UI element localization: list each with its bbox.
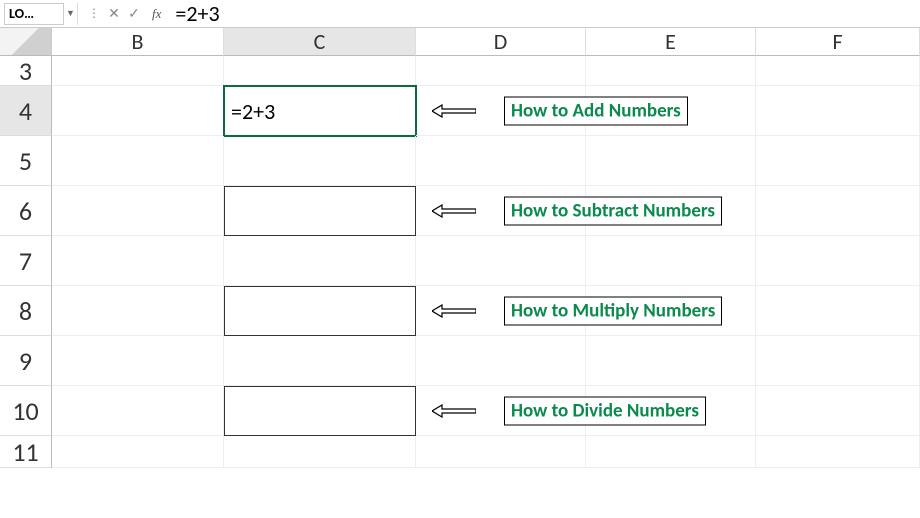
arrow-left-icon — [432, 104, 476, 118]
cell-e11[interactable] — [586, 436, 756, 468]
cell-c10[interactable] — [224, 386, 416, 436]
cell-b6[interactable] — [52, 186, 224, 236]
select-all-corner[interactable] — [0, 28, 52, 56]
cell-b3[interactable] — [52, 56, 224, 86]
cell-b5[interactable] — [52, 136, 224, 186]
cell-b8[interactable] — [52, 286, 224, 336]
cell-b10[interactable] — [52, 386, 224, 436]
cell-e5[interactable] — [586, 136, 756, 186]
row-header-4[interactable]: 4 — [0, 86, 52, 136]
cell-e9[interactable] — [586, 336, 756, 386]
cell-c7[interactable] — [224, 236, 416, 286]
arrow-left-icon — [432, 304, 476, 318]
column-headers: B C D E F — [0, 28, 920, 56]
spreadsheet-grid: B C D E F 3 4 5 6 7 8 9 10 11 =2+3 — [0, 28, 920, 518]
cell-b4[interactable] — [52, 86, 224, 136]
row-header-3[interactable]: 3 — [0, 56, 52, 86]
col-header-f[interactable]: F — [756, 28, 920, 56]
cell-e10[interactable] — [586, 386, 756, 436]
cell-c3[interactable] — [224, 56, 416, 86]
cell-e3[interactable] — [586, 56, 756, 86]
cell-d3[interactable] — [416, 56, 586, 86]
cell-c4[interactable]: =2+3 — [224, 86, 416, 136]
row-header-11[interactable]: 11 — [0, 436, 52, 468]
row-header-9[interactable]: 9 — [0, 336, 52, 386]
cell-d9[interactable] — [416, 336, 586, 386]
cancel-icon[interactable]: ✕ — [104, 3, 124, 25]
cell-c8[interactable] — [224, 286, 416, 336]
cell-f4[interactable] — [756, 86, 920, 136]
cell-b7[interactable] — [52, 236, 224, 286]
cell-c6[interactable] — [224, 186, 416, 236]
cell-d8[interactable]: How to Multiply Numbers — [416, 286, 586, 336]
name-box-dropdown[interactable]: ▼ — [64, 3, 78, 25]
formula-input[interactable] — [169, 3, 920, 25]
name-box[interactable]: LO… — [4, 3, 64, 25]
row-header-8[interactable]: 8 — [0, 286, 52, 336]
col-header-c[interactable]: C — [224, 28, 416, 56]
cell-e6[interactable] — [586, 186, 756, 236]
col-header-d[interactable]: D — [416, 28, 586, 56]
cell-f10[interactable] — [756, 386, 920, 436]
cell-d7[interactable] — [416, 236, 586, 286]
cell-b11[interactable] — [52, 436, 224, 468]
cell-e4[interactable] — [586, 86, 756, 136]
expand-formula-icon[interactable]: ⋮ — [84, 6, 104, 21]
arrow-left-icon — [432, 204, 476, 218]
cell-b9[interactable] — [52, 336, 224, 386]
cells-area: =2+3 How to Add Numbers — [52, 56, 920, 468]
row-header-10[interactable]: 10 — [0, 386, 52, 436]
cell-d4[interactable]: How to Add Numbers — [416, 86, 586, 136]
enter-icon[interactable]: ✓ — [124, 3, 144, 25]
cell-f6[interactable] — [756, 186, 920, 236]
cell-d10[interactable]: How to Divide Numbers — [416, 386, 586, 436]
col-header-b[interactable]: B — [52, 28, 224, 56]
formula-bar: LO… ▼ ⋮ ✕ ✓ fx — [0, 0, 920, 28]
row-header-7[interactable]: 7 — [0, 236, 52, 286]
cell-f9[interactable] — [756, 336, 920, 386]
arrow-left-icon — [432, 404, 476, 418]
cell-f8[interactable] — [756, 286, 920, 336]
cell-e8[interactable] — [586, 286, 756, 336]
cell-c9[interactable] — [224, 336, 416, 386]
cell-c11[interactable] — [224, 436, 416, 468]
cell-d6[interactable]: How to Subtract Numbers — [416, 186, 586, 236]
row-headers: 3 4 5 6 7 8 9 10 11 — [0, 56, 52, 468]
row-header-5[interactable]: 5 — [0, 136, 52, 186]
row-header-6[interactable]: 6 — [0, 186, 52, 236]
cell-f11[interactable] — [756, 436, 920, 468]
cell-d5[interactable] — [416, 136, 586, 186]
cell-f7[interactable] — [756, 236, 920, 286]
cell-e7[interactable] — [586, 236, 756, 286]
cell-c5[interactable] — [224, 136, 416, 186]
cell-f3[interactable] — [756, 56, 920, 86]
col-header-e[interactable]: E — [586, 28, 756, 56]
cell-d11[interactable] — [416, 436, 586, 468]
cell-f5[interactable] — [756, 136, 920, 186]
fx-icon[interactable]: fx — [144, 6, 169, 22]
